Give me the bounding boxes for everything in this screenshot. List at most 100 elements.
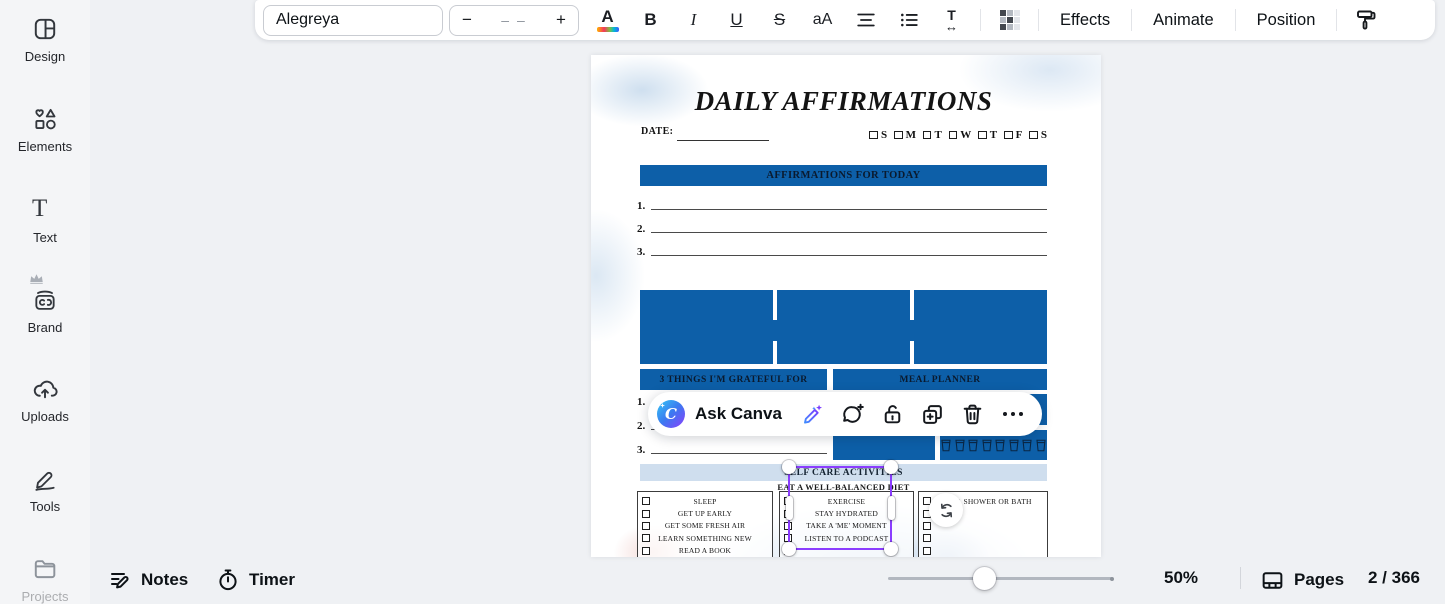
delete-button[interactable] — [960, 399, 986, 429]
priority-box[interactable] — [914, 290, 1048, 364]
position-button[interactable]: Position — [1243, 11, 1330, 30]
list-button[interactable] — [892, 3, 925, 37]
notes-label: Notes — [141, 570, 189, 589]
letter-spacing-button[interactable]: T ↔ — [935, 3, 968, 37]
selection-handle-bottom-right[interactable] — [884, 542, 898, 556]
weekday-item: S — [1029, 129, 1047, 141]
divider — [980, 9, 981, 31]
alignment-button[interactable] — [849, 3, 882, 37]
elements-icon — [32, 106, 58, 132]
canva-logo-icon: C — [657, 400, 685, 428]
text-color-button[interactable]: A — [591, 3, 624, 37]
comment-button[interactable] — [840, 399, 866, 429]
checkbox-icon — [642, 521, 650, 530]
sidebar-item-design[interactable]: Design — [0, 16, 90, 64]
selfcare-checklist-1[interactable]: SLEEP GET UP EARLY GET SOME FRESH AIR LE… — [637, 491, 773, 557]
meal-planner-header[interactable]: MEAL PLANNER — [833, 369, 1047, 390]
animate-button[interactable]: Animate — [1139, 11, 1228, 30]
sidebar-item-label: Projects — [21, 589, 69, 604]
weekday-item: W — [948, 129, 971, 141]
transparency-icon — [999, 10, 1020, 30]
sidebar-item-text[interactable]: T Text — [0, 195, 90, 245]
sidebar-item-elements[interactable]: Elements — [0, 106, 90, 154]
priority-box[interactable] — [640, 290, 773, 364]
selection-box[interactable] — [782, 460, 898, 556]
sidebar-item-label: Elements — [17, 139, 73, 154]
selection-handle-right[interactable] — [887, 496, 895, 520]
notes-icon — [111, 573, 129, 589]
divider — [1240, 567, 1241, 589]
unlock-icon — [885, 404, 901, 423]
ask-canva-button[interactable]: C Ask Canva — [657, 400, 786, 428]
italic-button[interactable]: I — [677, 3, 710, 37]
bold-button[interactable]: B — [634, 3, 667, 37]
selection-handle-bottom-left[interactable] — [782, 542, 796, 556]
checkbox-icon — [642, 509, 650, 518]
sidebar-item-label: Design — [24, 49, 66, 64]
weekday-checkbox — [894, 130, 903, 140]
crown-icon — [30, 274, 43, 284]
affirmations-header[interactable]: AFFIRMATIONS FOR TODAY — [640, 165, 1047, 186]
checkbox-icon — [642, 546, 650, 555]
magic-write-icon — [804, 404, 823, 424]
rainbow-bar-icon — [596, 27, 619, 32]
strikethrough-button[interactable]: S — [763, 3, 796, 37]
weekday-item: T — [922, 129, 942, 141]
lock-button[interactable] — [880, 399, 906, 429]
more-options-button[interactable] — [1000, 399, 1026, 429]
rotate-handle[interactable] — [929, 493, 963, 527]
text-icon: T — [32, 195, 48, 222]
notes-button[interactable]: Notes — [108, 565, 188, 595]
underline-button[interactable]: U — [720, 3, 753, 37]
sidebar-item-label: Brand — [27, 320, 63, 335]
effects-button[interactable]: Effects — [1046, 11, 1124, 30]
font-family-select[interactable]: Alegreya — [263, 4, 443, 36]
page-title[interactable]: DAILY AFFIRMATIONS — [640, 86, 1047, 117]
sidebar-item-label: Uploads — [21, 409, 69, 424]
water-cup-icon — [1022, 439, 1032, 451]
water-cup-icon — [982, 439, 992, 451]
sidebar-item-brand[interactable]: Brand — [0, 274, 90, 335]
priority-box[interactable] — [777, 290, 910, 364]
duplicate-icon — [923, 404, 943, 424]
copy-style-button[interactable] — [1349, 3, 1382, 37]
sidebar-item-projects[interactable]: Projects — [0, 556, 90, 604]
selection-handle-top-left[interactable] — [782, 460, 796, 474]
ask-canva-label: Ask Canva — [695, 404, 782, 423]
date-label[interactable]: DATE: — [641, 126, 673, 137]
zoom-slider-track[interactable] — [888, 576, 1114, 581]
affirmation-lines[interactable]: 1. 2. 3. — [637, 191, 1047, 260]
timer-icon — [219, 569, 237, 591]
ask-canva-toolbar: C Ask Canva — [648, 392, 1042, 436]
timer-button[interactable]: Timer — [216, 565, 295, 595]
selection-handle-top-right[interactable] — [884, 460, 898, 474]
checklist-row — [919, 545, 1047, 557]
zoom-level[interactable]: 50% — [1164, 568, 1198, 588]
checkbox-icon — [642, 534, 650, 543]
canvas-page[interactable]: DAILY AFFIRMATIONS DATE: S M T W T F S A… — [591, 55, 1101, 557]
divider — [1038, 9, 1039, 31]
font-size-value[interactable]: – – — [501, 12, 526, 28]
font-size-decrease-button[interactable]: − — [450, 10, 484, 30]
pages-button[interactable]: Pages — [1260, 565, 1344, 595]
checkbox-icon — [923, 521, 931, 530]
weekday-tracker[interactable]: S M T W T F S — [869, 129, 1047, 141]
sidebar-item-tools[interactable]: Tools — [0, 466, 90, 514]
checkbox-icon — [923, 534, 931, 543]
transparency-button[interactable] — [993, 3, 1026, 37]
priorities-boxes[interactable] — [640, 290, 1048, 364]
text-case-button[interactable]: aA — [806, 3, 839, 37]
water-cup-icon — [1009, 439, 1019, 451]
duplicate-button[interactable] — [920, 399, 946, 429]
zoom-slider-thumb[interactable] — [973, 567, 996, 590]
selection-handle-left[interactable] — [785, 496, 793, 520]
text-color-icon: A — [601, 7, 614, 27]
weekday-checkbox — [869, 130, 878, 140]
magic-write-button[interactable] — [800, 399, 826, 429]
more-icon — [1002, 411, 1024, 417]
sidebar-item-uploads[interactable]: Uploads — [0, 376, 90, 424]
font-size-increase-button[interactable]: + — [544, 10, 578, 30]
divider — [1336, 9, 1338, 31]
sidebar: Design Elements T Text Brand Uploads Too… — [0, 0, 90, 604]
checkbox-icon — [642, 497, 650, 506]
